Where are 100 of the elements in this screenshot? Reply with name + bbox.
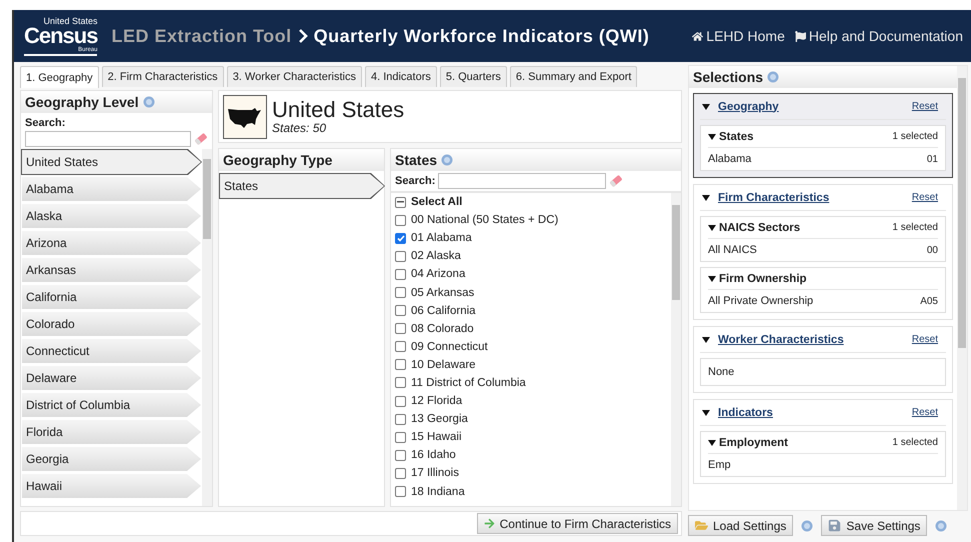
checkbox[interactable] [395,468,406,479]
geography-type-item[interactable]: States [219,173,385,199]
section-link[interactable]: Firm Characteristics [718,192,830,204]
tab[interactable]: 4. Indicators [364,66,437,87]
tab[interactable]: 2. Firm Characteristics [102,66,224,87]
checkbox[interactable] [395,414,406,425]
state-option[interactable]: 16 Idaho [391,446,671,464]
group-title: NAICS Sectors [719,222,800,234]
selection-label: None [708,366,734,378]
checkbox[interactable] [395,323,406,334]
section-link[interactable]: Worker Characteristics [718,334,844,346]
state-option[interactable]: 18 Indiana [391,482,671,501]
checkbox[interactable] [395,287,406,298]
chevron-icon [296,29,309,43]
arrow-right-icon [484,518,495,529]
checkbox[interactable] [395,432,406,443]
checkbox[interactable] [395,341,406,352]
geography-level-item[interactable]: Alaska [21,203,202,229]
search-label: Search: [25,117,66,129]
scrollbar[interactable] [671,193,681,506]
caret-icon[interactable] [702,194,710,202]
group-title: Employment [719,436,788,448]
select-all-option[interactable]: Select All [391,193,671,212]
header-link[interactable]: LEHD Home [692,28,785,44]
reset-link[interactable]: Reset [912,192,938,203]
state-option[interactable]: 02 Alaska [391,247,671,266]
caret-icon[interactable] [702,102,710,110]
state-option[interactable]: 00 National (50 States + DC) [391,211,671,230]
geography-level-item[interactable]: United States [21,149,202,175]
state-option[interactable]: 11 District of Columbia [391,374,671,392]
settings-button[interactable]: Save Settings [821,515,928,536]
tab[interactable]: 5. Quarters [440,66,507,87]
caret-icon[interactable] [702,408,710,416]
geography-level-item[interactable]: California [21,284,202,310]
minus-icon [397,201,404,204]
geography-level-item[interactable]: Arkansas [21,257,202,283]
section-link[interactable]: Indicators [718,406,773,418]
selected-count: 1 selected [892,131,938,142]
state-option[interactable]: 15 Hawaii [391,428,671,446]
eraser-icon[interactable] [609,174,624,188]
continue-button[interactable]: Continue to Firm Characteristics [476,513,678,534]
caret-icon[interactable] [708,274,716,282]
geography-level-item[interactable]: Delaware [21,365,202,391]
search-field[interactable] [438,173,606,189]
checkbox[interactable] [395,305,406,316]
selection-code: A05 [920,296,938,306]
geography-level-item[interactable]: Colorado [21,311,202,337]
country-map-icon [223,94,267,138]
checkbox[interactable] [395,359,406,370]
checkbox[interactable] [395,196,406,208]
scrollbar[interactable] [202,149,212,506]
checkbox[interactable] [395,250,406,262]
tab[interactable]: 1. Geography [20,66,99,88]
search-label: Search: [395,175,436,187]
checkbox[interactable] [395,232,406,244]
checkbox[interactable] [395,268,406,280]
panel-title: Selections [693,69,764,85]
state-option[interactable]: 08 Colorado [391,320,671,338]
flag-icon [794,30,806,42]
reset-link[interactable]: Reset [912,101,938,112]
selected-count: 1 selected [892,437,938,448]
caret-icon[interactable] [708,132,716,140]
checkbox[interactable] [395,450,406,461]
state-option[interactable]: 05 Arkansas [391,283,671,302]
state-option[interactable]: 06 California [391,302,671,320]
checkbox[interactable] [395,396,406,407]
settings-button[interactable]: Load Settings [688,515,794,536]
caret-icon[interactable] [708,224,716,232]
caret-icon[interactable] [702,336,710,344]
tab[interactable]: 3. Worker Characteristics [226,66,362,87]
group-title: Firm Ownership [719,272,807,284]
selection-label: All NAICS [708,244,757,256]
state-option[interactable]: 10 Delaware [391,356,671,374]
state-option[interactable]: 17 Illinois [391,464,671,482]
geography-level-item[interactable]: Arizona [21,230,202,256]
geography-level-item[interactable]: Connecticut [21,338,202,364]
geography-level-item[interactable]: Alabama [21,176,202,202]
selection-code: 00 [926,244,938,256]
checkbox[interactable] [395,377,406,388]
selection-code: 01 [926,154,938,164]
search-field[interactable] [25,131,192,147]
state-option[interactable]: 04 Arizona [391,265,671,284]
scrollbar[interactable] [957,66,967,510]
geography-level-item[interactable]: Georgia [21,446,202,472]
state-option[interactable]: 01 Alabama [391,229,671,248]
reset-link[interactable]: Reset [912,334,938,345]
section-link[interactable]: Geography [718,100,779,112]
header-link[interactable]: Help and Documentation [794,28,963,44]
state-option[interactable]: 12 Florida [391,392,671,410]
geography-level-item[interactable]: Florida [21,419,202,445]
panel-title: States [395,152,438,168]
state-option[interactable]: 09 Connecticut [391,338,671,356]
tab[interactable]: 6. Summary and Export [510,66,638,87]
checkbox[interactable] [395,214,406,226]
geography-level-item[interactable]: District of Columbia [21,392,202,418]
checkbox[interactable] [395,486,406,498]
geography-level-item[interactable]: Hawaii [21,473,202,499]
state-option[interactable]: 13 Georgia [391,410,671,428]
caret-icon[interactable] [708,438,716,446]
reset-link[interactable]: Reset [912,407,938,418]
